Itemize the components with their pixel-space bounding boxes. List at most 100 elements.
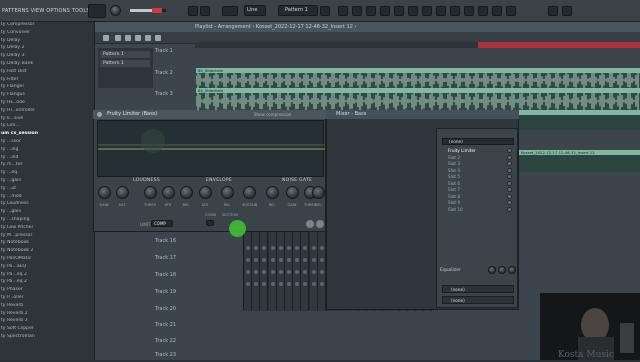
tool-button[interactable]	[222, 6, 238, 16]
minimize-icon[interactable]	[548, 6, 558, 16]
slot-enable-led[interactable]	[507, 174, 512, 179]
record-icon[interactable]	[450, 6, 460, 16]
route-button[interactable]	[254, 270, 259, 274]
eq-mid-knob[interactable]	[498, 266, 506, 274]
cpu-icon[interactable]	[436, 6, 446, 16]
news-icon[interactable]	[506, 6, 516, 16]
piano-roll-icon[interactable]	[352, 6, 362, 16]
route-button[interactable]	[278, 246, 283, 250]
limiter-knob[interactable]	[199, 186, 212, 199]
master-volume-slider[interactable]	[130, 8, 166, 13]
track-label[interactable]: Track 1	[155, 48, 195, 54]
browser-item[interactable]: ty Notebook 2	[0, 248, 95, 255]
browser-item[interactable]: ty Lim...	[0, 123, 95, 130]
route-button[interactable]	[246, 246, 250, 250]
limiter-knob[interactable]	[266, 186, 279, 199]
browser-item[interactable]: ty ...mod	[0, 194, 95, 201]
browser-item[interactable]: ty Soft Clipper	[0, 326, 95, 333]
browser-item[interactable]: ty Notebook	[0, 240, 95, 247]
snap-toggle[interactable]	[188, 6, 198, 16]
track-label[interactable]: Track 17	[155, 255, 195, 261]
plugin-menu-icon[interactable]	[97, 112, 102, 117]
comp-mode-button[interactable]: COMP	[151, 220, 173, 227]
browser-item[interactable]: ty k...sive	[0, 116, 95, 123]
route-button[interactable]	[303, 282, 308, 286]
loop-region[interactable]	[478, 42, 640, 48]
browser-item[interactable]: ty HE..ode	[0, 100, 95, 107]
tempo-knob[interactable]	[110, 5, 121, 16]
slot-enable-led[interactable]	[507, 187, 512, 192]
track-label[interactable]: Track 19	[155, 289, 195, 295]
browser-item[interactable]: ty HT..ontroller	[0, 108, 95, 115]
route-button[interactable]	[278, 282, 283, 286]
slot-enable-led[interactable]	[507, 148, 512, 153]
clip-label[interactable]: 85_Sidechain	[196, 88, 640, 93]
route-button[interactable]	[270, 258, 275, 262]
limiter-knob[interactable]	[243, 186, 256, 199]
browser-item[interactable]: um cx_session	[0, 131, 95, 138]
pattern-item[interactable]: Pattern 1	[100, 51, 150, 58]
slot-enable-led[interactable]	[507, 167, 512, 173]
browser-item[interactable]: ty Pa...eq 2	[0, 272, 95, 279]
snap-icon[interactable]	[103, 35, 109, 41]
limiter-knob[interactable]	[116, 186, 129, 199]
browser-item[interactable]: ty Delay 2	[0, 45, 95, 52]
limiter-knob[interactable]	[144, 186, 157, 199]
limiter-knob[interactable]	[286, 186, 299, 199]
browser-icon[interactable]	[394, 6, 404, 16]
route-button[interactable]	[246, 270, 250, 274]
limiter-knob[interactable]	[221, 186, 234, 199]
play-button[interactable]	[88, 4, 106, 18]
browser-item[interactable]: ty Convolver	[0, 30, 95, 37]
pattern-item[interactable]: Pattern 1	[100, 60, 150, 67]
clip-label[interactable]: Kosset_2022-12-17 12-46-32_Insert 12	[519, 150, 640, 155]
slot-enable-led[interactable]	[507, 193, 512, 199]
route-button[interactable]	[254, 246, 259, 250]
route-button[interactable]	[311, 282, 316, 286]
browser-item[interactable]: ty ...gain	[0, 209, 95, 216]
route-button[interactable]	[262, 282, 267, 286]
effect-slot[interactable]: Slot 4	[442, 168, 506, 174]
effect-slot[interactable]: Slot 10	[442, 207, 506, 213]
browser-item[interactable]: ty ...eq	[0, 170, 95, 177]
settings-icon[interactable]	[464, 6, 474, 16]
route-button[interactable]	[262, 258, 267, 262]
limiter-small-knob[interactable]	[316, 220, 324, 228]
route-button[interactable]	[270, 246, 275, 250]
route-button[interactable]	[254, 258, 259, 262]
browser-item[interactable]: ty Reverb 2	[0, 311, 95, 318]
route-button[interactable]	[295, 246, 300, 250]
track-label[interactable]: Track 3	[155, 91, 195, 97]
effect-slot[interactable]: Slot 6	[442, 181, 506, 187]
effect-slot[interactable]: Slot 9	[442, 200, 506, 206]
browser-item[interactable]: ty Flanger	[0, 84, 95, 91]
route-button[interactable]	[278, 258, 283, 262]
route-button[interactable]	[319, 258, 324, 262]
input-select[interactable]: (none)	[442, 285, 514, 293]
help-icon[interactable]	[492, 6, 502, 16]
effect-slot[interactable]: Slot 3	[442, 161, 506, 167]
browser-item[interactable]: ty Delay Bank	[0, 61, 95, 68]
browser-item[interactable]: ty Fast Dist	[0, 69, 95, 76]
route-button[interactable]	[303, 270, 308, 274]
track-label[interactable]: Track 16	[155, 238, 195, 244]
route-button[interactable]	[303, 258, 308, 262]
mixer-title[interactable]: Mixer - Bass	[326, 110, 519, 119]
limiter-small-knob[interactable]	[306, 220, 314, 228]
route-button[interactable]	[262, 246, 267, 250]
limiter-graph[interactable]	[97, 120, 325, 177]
delete-icon[interactable]	[135, 35, 141, 41]
effect-slot[interactable]: Slot 5	[442, 174, 506, 180]
browser-item[interactable]: ty M...pressor	[0, 233, 95, 240]
limiter-subtitle[interactable]: Show compression	[254, 112, 291, 117]
clip-label[interactable]: 85_Sidechain	[196, 68, 640, 73]
route-button[interactable]	[278, 270, 283, 274]
browser-item[interactable]: ty ...ssor	[0, 139, 95, 146]
monitor-toggle[interactable]	[200, 6, 210, 16]
slot-enable-led[interactable]	[507, 180, 512, 186]
browser-item[interactable]: ty P...oller	[0, 295, 95, 302]
track-label[interactable]: Track 18	[155, 272, 195, 278]
playlist-title[interactable]: Playlist - Arrangement › Kosset_2022-12-…	[95, 22, 640, 32]
slot-enable-led[interactable]	[507, 206, 512, 212]
render-icon[interactable]	[478, 6, 488, 16]
